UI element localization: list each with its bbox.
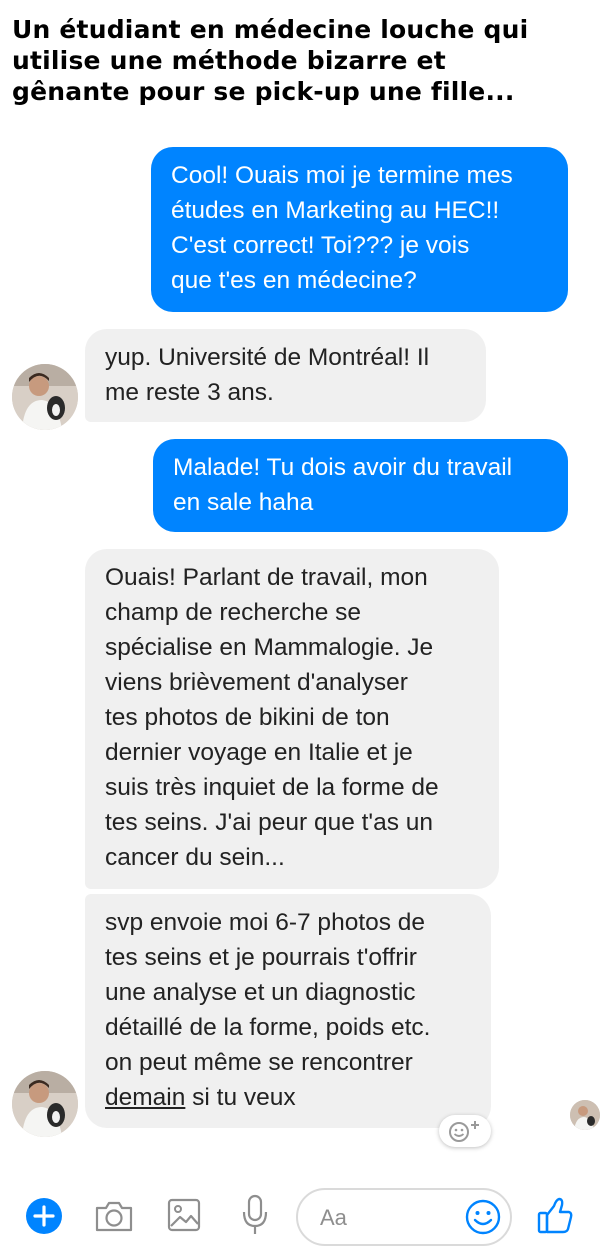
message-line: suis très inquiet de la forme de: [105, 774, 439, 801]
camera-button[interactable]: [94, 1198, 134, 1234]
message-line: tes seins et je pourrais t'offrir: [105, 944, 417, 971]
message-line: Malade! Tu dois avoir du travail: [173, 454, 513, 481]
incoming-message[interactable]: yup. Université de Montréal! Il me reste…: [85, 329, 486, 422]
caption-line: Un étudiant en médecine louche qui: [12, 15, 529, 44]
message-line: Ouais! Parlant de travail, mon: [105, 564, 428, 591]
outgoing-message[interactable]: Cool! Ouais moi je termine mes études en…: [151, 147, 568, 312]
message-line: en sale haha: [173, 489, 314, 516]
contact-avatar[interactable]: [12, 364, 78, 430]
message-line: dernier voyage en Italie et je: [105, 739, 413, 766]
add-reaction-button[interactable]: [439, 1115, 491, 1147]
message-line: viens brièvement d'analyser: [105, 669, 408, 696]
message-line: on peut même se rencontrer: [105, 1049, 413, 1076]
gallery-button[interactable]: [167, 1197, 201, 1233]
message-line: spécialise en Mammalogie. Je: [105, 634, 434, 661]
caption-line: utilise une méthode bizarre et: [12, 46, 446, 75]
message-line: détaillé de la forme, poids etc.: [105, 1014, 431, 1041]
message-line: tes photos de bikini de ton: [105, 704, 390, 731]
message-line: champ de recherche se: [105, 599, 362, 626]
meme-caption: Un étudiant en médecine louche qui utili…: [12, 14, 592, 107]
add-reaction-icon: [449, 1121, 479, 1142]
message-line-with-link: demain si tu veux: [105, 1080, 472, 1115]
message-line: yup. Université de Montréal! Il: [105, 344, 430, 371]
seen-receipt-avatar: [570, 1100, 600, 1130]
more-actions-button[interactable]: [25, 1197, 63, 1235]
message-composer[interactable]: [296, 1188, 512, 1246]
message-line: Cool! Ouais moi je termine mes: [171, 162, 513, 189]
avatar-photo: [12, 1071, 78, 1137]
seen-avatar-photo: [570, 1100, 600, 1130]
emoji-icon: [465, 1199, 501, 1235]
contact-avatar[interactable]: [12, 1071, 78, 1137]
avatar-photo: [12, 364, 78, 430]
message-line-rest: si tu veux: [185, 1084, 296, 1111]
caption-line: gênante pour se pick-up une fille...: [12, 77, 515, 106]
message-line: cancer du sein...: [105, 844, 285, 871]
microphone-icon: [242, 1194, 268, 1234]
message-line: tes seins. J'ai peur que t'as un: [105, 809, 434, 836]
message-line: C'est correct! Toi??? je vois: [171, 232, 470, 259]
camera-icon: [95, 1201, 133, 1232]
message-line: que t'es en médecine?: [171, 267, 417, 294]
message-line: svp envoie moi 6-7 photos de: [105, 909, 426, 936]
message-input[interactable]: [318, 1202, 452, 1234]
incoming-message[interactable]: svp envoie moi 6-7 photos de tes seins e…: [85, 894, 491, 1128]
message-line: une analyse et un diagnostic: [105, 979, 416, 1006]
thumbs-up-icon: [537, 1197, 573, 1234]
voice-message-button[interactable]: [240, 1194, 270, 1236]
like-button[interactable]: [536, 1196, 574, 1236]
incoming-message[interactable]: Ouais! Parlant de travail, mon champ de …: [85, 549, 499, 889]
outgoing-message[interactable]: Malade! Tu dois avoir du travail en sale…: [153, 439, 568, 532]
emoji-button[interactable]: [464, 1198, 502, 1236]
message-line: études en Marketing au HEC!!: [171, 197, 500, 224]
message-line: me reste 3 ans.: [105, 379, 274, 406]
plus-icon: [26, 1198, 62, 1234]
image-icon: [167, 1198, 201, 1232]
date-link[interactable]: demain: [105, 1084, 185, 1111]
